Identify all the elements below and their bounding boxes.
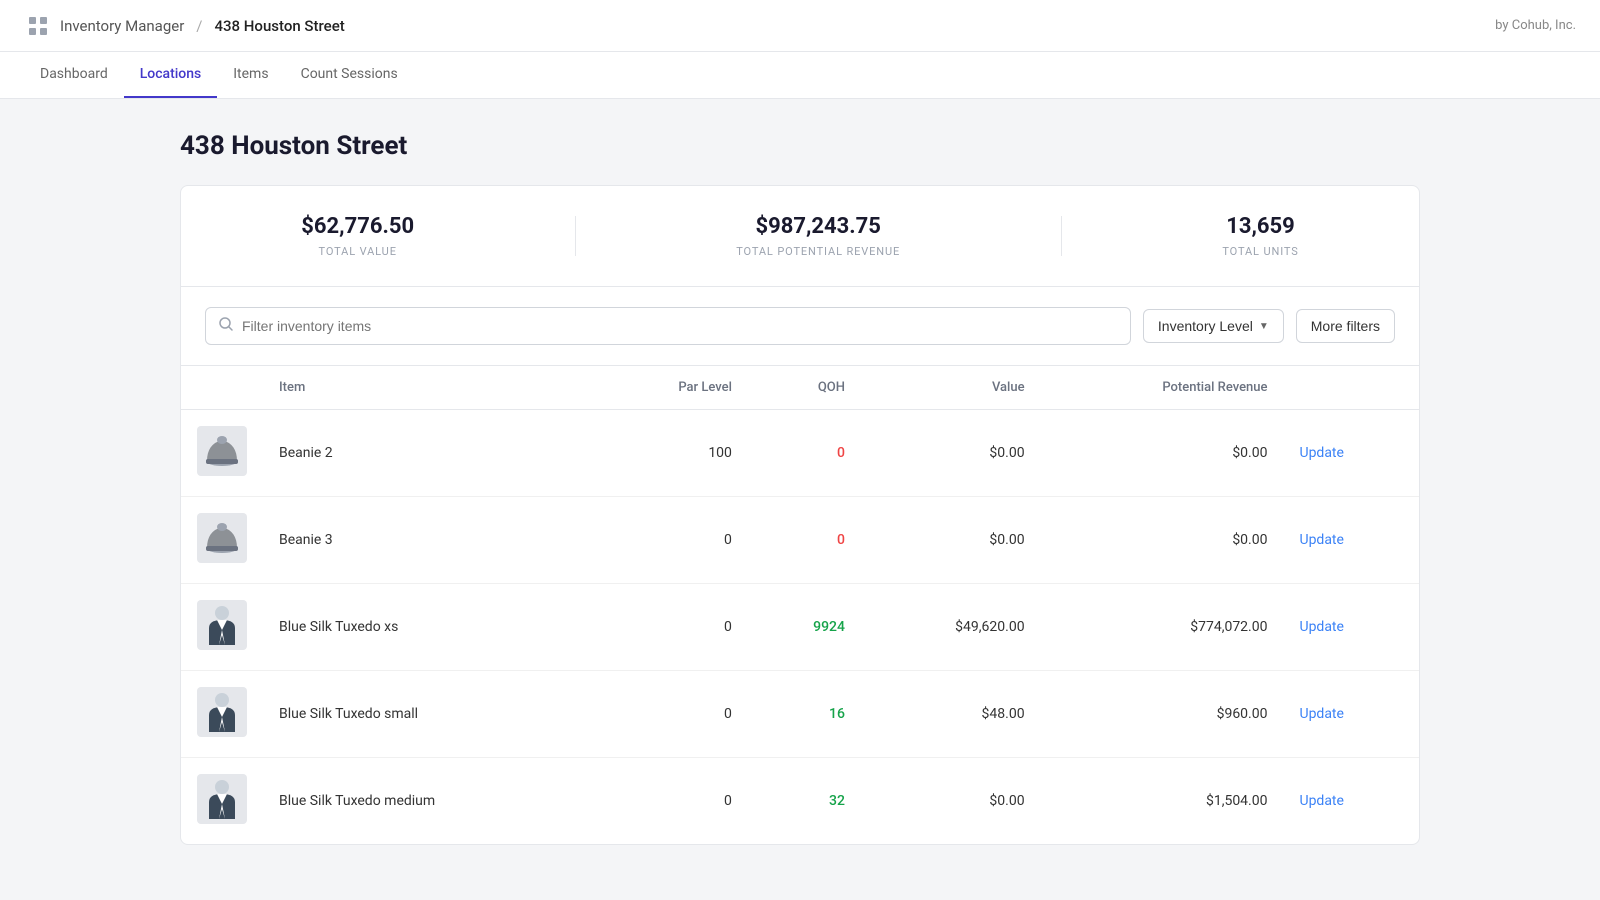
more-filters-button[interactable]: More filters: [1296, 309, 1395, 343]
item-value-cell: $0.00: [861, 758, 1041, 845]
item-value-cell: $0.00: [861, 497, 1041, 584]
inventory-card: $62,776.50 TOTAL VALUE $987,243.75 TOTAL…: [180, 185, 1420, 845]
item-action-cell: Update: [1283, 758, 1419, 845]
update-button[interactable]: Update: [1299, 445, 1343, 461]
item-name-cell: Blue Silk Tuxedo small: [263, 671, 596, 758]
item-name-cell: Beanie 3: [263, 497, 596, 584]
table-row: Blue Silk Tuxedo small016$48.00$960.00 Up…: [181, 671, 1419, 758]
item-name-cell: Beanie 2: [263, 410, 596, 497]
topbar-left: Inventory Manager / 438 Houston Street: [24, 12, 345, 40]
tab-items[interactable]: Items: [217, 52, 284, 98]
stat-potential-revenue-label: TOTAL POTENTIAL REVENUE: [736, 245, 900, 258]
item-qoh-cell: 9924: [748, 584, 861, 671]
topbar-location: 438 Houston Street: [214, 17, 344, 35]
stat-total-units-label: TOTAL UNITS: [1222, 245, 1298, 258]
update-button[interactable]: Update: [1299, 532, 1343, 548]
item-qoh-cell: 32: [748, 758, 861, 845]
brand-label: by Cohub, Inc.: [1495, 18, 1576, 33]
col-header-item: Item: [263, 366, 596, 410]
app-name: Inventory Manager: [60, 17, 184, 35]
update-button[interactable]: Update: [1299, 619, 1343, 635]
item-potential-revenue-cell: $1,504.00: [1041, 758, 1284, 845]
col-header-img: [181, 366, 263, 410]
item-potential-revenue-cell: $0.00: [1041, 410, 1284, 497]
item-potential-revenue-cell: $0.00: [1041, 497, 1284, 584]
item-qoh-cell: 0: [748, 497, 861, 584]
item-qoh-cell: 16: [748, 671, 861, 758]
stat-total-units: 13,659 TOTAL UNITS: [1222, 214, 1298, 258]
chevron-down-icon: ▼: [1259, 321, 1269, 332]
item-par-level-cell: 100: [596, 410, 748, 497]
col-header-qoh: QOH: [748, 366, 861, 410]
table-row: Blue Silk Tuxedo xs09924$49,620.00$774,0…: [181, 584, 1419, 671]
table-body: Beanie 21000$0.00$0.00Update Beanie 300$…: [181, 410, 1419, 845]
breadcrumb-separator: /: [196, 17, 202, 35]
item-potential-revenue-cell: $960.00: [1041, 671, 1284, 758]
item-image-cell: [181, 410, 263, 497]
table-row: Beanie 300$0.00$0.00Update: [181, 497, 1419, 584]
col-header-value: Value: [861, 366, 1041, 410]
stat-divider-1: [575, 216, 576, 256]
tab-locations[interactable]: Locations: [124, 52, 218, 98]
table-toolbar: Inventory Level ▼ More filters: [181, 287, 1419, 366]
inventory-level-label: Inventory Level: [1158, 318, 1253, 334]
nav-tabs: Dashboard Locations Items Count Sessions: [0, 52, 1600, 99]
col-header-potential-revenue: Potential Revenue: [1041, 366, 1284, 410]
col-header-par-level: Par Level: [596, 366, 748, 410]
item-par-level-cell: 0: [596, 584, 748, 671]
item-image-cell: [181, 584, 263, 671]
table-header: Item Par Level QOH Value Potential Reven…: [181, 366, 1419, 410]
stat-total-units-number: 13,659: [1222, 214, 1298, 239]
item-value-cell: $48.00: [861, 671, 1041, 758]
inventory-level-filter[interactable]: Inventory Level ▼: [1143, 309, 1284, 343]
item-image-cell: [181, 497, 263, 584]
search-box[interactable]: [205, 307, 1131, 345]
stats-section: $62,776.50 TOTAL VALUE $987,243.75 TOTAL…: [181, 186, 1419, 287]
tab-dashboard[interactable]: Dashboard: [24, 52, 124, 98]
tab-count-sessions[interactable]: Count Sessions: [285, 52, 414, 98]
item-name-cell: Blue Silk Tuxedo xs: [263, 584, 596, 671]
item-potential-revenue-cell: $774,072.00: [1041, 584, 1284, 671]
stat-divider-2: [1061, 216, 1062, 256]
more-filters-label: More filters: [1311, 318, 1380, 334]
item-image-cell: [181, 671, 263, 758]
stat-potential-revenue: $987,243.75 TOTAL POTENTIAL REVENUE: [736, 214, 900, 258]
item-action-cell: Update: [1283, 497, 1419, 584]
search-input[interactable]: [242, 318, 1118, 334]
item-action-cell: Update: [1283, 671, 1419, 758]
col-header-action: [1283, 366, 1419, 410]
stat-total-value: $62,776.50 TOTAL VALUE: [301, 214, 414, 258]
item-par-level-cell: 0: [596, 758, 748, 845]
update-button[interactable]: Update: [1299, 793, 1343, 809]
stat-total-value-number: $62,776.50: [301, 214, 414, 239]
inventory-table: Item Par Level QOH Value Potential Reven…: [181, 366, 1419, 844]
table-row: Blue Silk Tuxedo medium032$0.00$1,504.00…: [181, 758, 1419, 845]
item-action-cell: Update: [1283, 410, 1419, 497]
item-par-level-cell: 0: [596, 671, 748, 758]
table-row: Beanie 21000$0.00$0.00Update: [181, 410, 1419, 497]
stat-total-value-label: TOTAL VALUE: [301, 245, 414, 258]
item-name-cell: Blue Silk Tuxedo medium: [263, 758, 596, 845]
item-qoh-cell: 0: [748, 410, 861, 497]
item-image-cell: [181, 758, 263, 845]
search-icon: [218, 316, 234, 336]
topbar: Inventory Manager / 438 Houston Street b…: [0, 0, 1600, 52]
grid-icon: [24, 12, 52, 40]
item-action-cell: Update: [1283, 584, 1419, 671]
stat-potential-revenue-number: $987,243.75: [736, 214, 900, 239]
item-value-cell: $0.00: [861, 410, 1041, 497]
item-value-cell: $49,620.00: [861, 584, 1041, 671]
item-par-level-cell: 0: [596, 497, 748, 584]
page-title: 438 Houston Street: [180, 131, 1420, 161]
update-button[interactable]: Update: [1299, 706, 1343, 722]
main-content: 438 Houston Street $62,776.50 TOTAL VALU…: [100, 99, 1500, 877]
